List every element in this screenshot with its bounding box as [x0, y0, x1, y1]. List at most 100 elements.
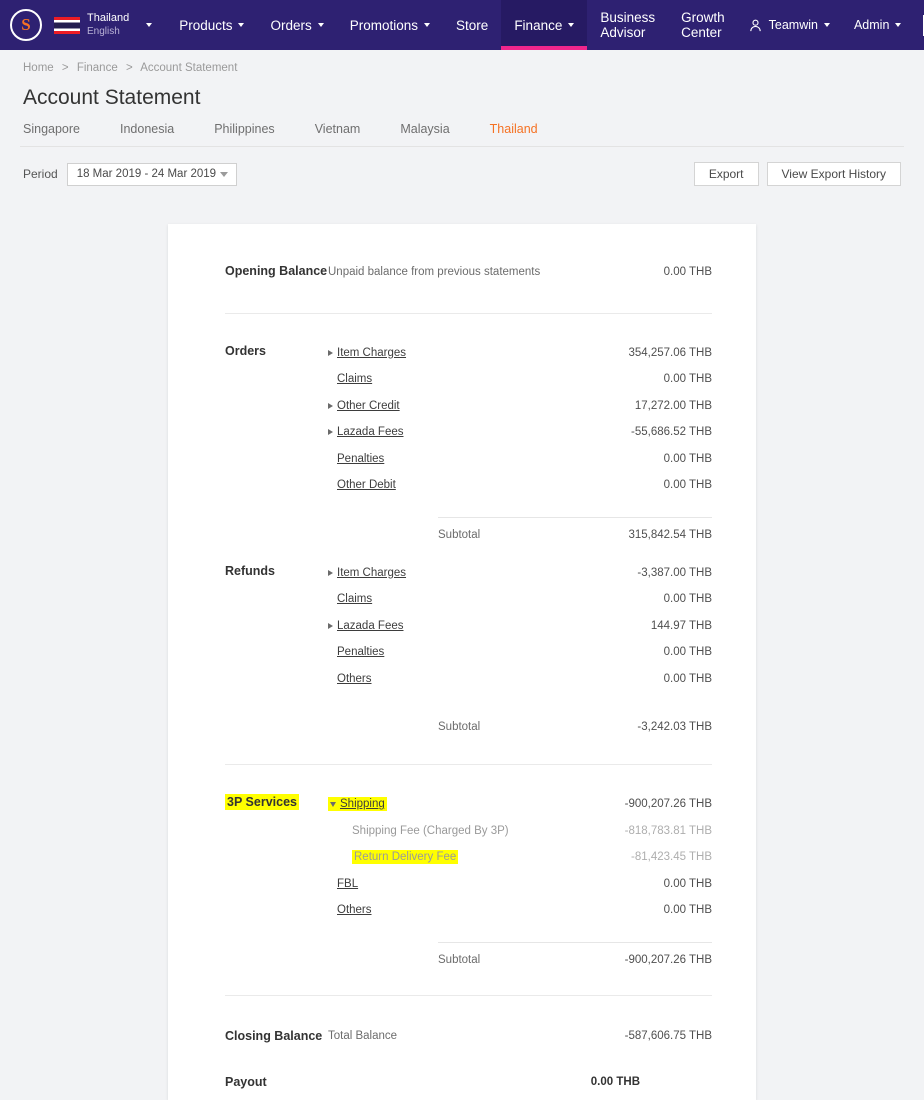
expand-triangle-icon[interactable] — [328, 402, 333, 409]
row-penalties[interactable]: Penalties — [328, 453, 384, 465]
refunds-subtotal-row: Subtotal -3,242.03 THB — [328, 710, 712, 744]
row-amount: 0.00 THB — [663, 877, 712, 890]
row-label: Return Delivery Fee — [354, 851, 457, 864]
row-amount: -900,207.26 THB — [624, 798, 712, 811]
nav-item-promotions[interactable]: Promotions — [337, 0, 443, 50]
orders-section: Orders Item Charges 354,257.06 THB Claim… — [225, 340, 712, 552]
row-others[interactable]: Others — [328, 673, 372, 685]
page-title: Account Statement — [23, 86, 201, 109]
logo-container[interactable]: S — [0, 0, 48, 50]
orders-section-label: Orders — [225, 343, 266, 358]
opening-balance-row: Opening Balance Unpaid balance from prev… — [225, 264, 712, 291]
main-menu: Products Orders Promotions Store Finance… — [166, 0, 737, 50]
row-other-debit[interactable]: Other Debit — [328, 479, 396, 491]
subtotal-label: Subtotal — [438, 953, 481, 966]
payout-row: Payout 0.00 THB — [225, 1064, 712, 1100]
period-select[interactable]: 18 Mar 2019 - 24 Mar 2019 — [66, 162, 237, 186]
subtotal-label: Subtotal — [438, 528, 481, 541]
row-label: Other Credit — [337, 399, 400, 412]
breadcrumb-finance[interactable]: Finance — [77, 62, 118, 74]
breadcrumb-home[interactable]: Home — [23, 62, 54, 74]
row-fbl[interactable]: FBL — [328, 878, 358, 890]
collapse-triangle-icon[interactable] — [330, 801, 336, 807]
opening-balance-label: Opening Balance — [225, 264, 328, 278]
expand-triangle-icon[interactable] — [328, 429, 333, 436]
divider — [225, 994, 712, 996]
tab-indonesia[interactable]: Indonesia — [120, 118, 174, 146]
expand-triangle-icon[interactable] — [328, 349, 333, 356]
row-claims[interactable]: Claims — [328, 373, 372, 385]
row-others[interactable]: Others — [328, 904, 372, 916]
row-amount: 144.97 THB — [650, 619, 712, 632]
view-export-history-button[interactable]: View Export History — [766, 162, 901, 186]
nav-item-finance[interactable]: Finance — [501, 0, 588, 50]
nav-item-label: Store — [456, 17, 489, 33]
tab-philippines[interactable]: Philippines — [214, 118, 274, 146]
expand-triangle-icon[interactable] — [328, 622, 333, 629]
refunds-section-label: Refunds — [225, 563, 275, 578]
divider — [225, 764, 712, 765]
row-shipping[interactable]: Shipping — [328, 797, 387, 812]
3p-services-subtotal-row: Subtotal -900,207.26 THB — [328, 943, 712, 977]
table-row: Item Charges -3,387.00 THB — [328, 560, 712, 587]
row-penalties[interactable]: Penalties — [328, 646, 384, 658]
chevron-down-icon — [568, 23, 575, 27]
row-other-credit[interactable]: Other Credit — [328, 400, 400, 412]
user-menu[interactable]: Teamwin — [738, 18, 840, 33]
row-amount: -81,423.45 THB — [631, 851, 712, 864]
row-amount: -55,686.52 THB — [631, 426, 712, 439]
export-button[interactable]: Export — [693, 162, 759, 186]
third-party-services-section: 3P Services Shipping -900,207.26 THB Shi… — [225, 791, 712, 977]
divider — [225, 312, 712, 314]
tab-vietnam[interactable]: Vietnam — [315, 118, 361, 146]
table-row: Claims 0.00 THB — [328, 366, 712, 393]
nav-item-business-advisor[interactable]: Business Advisor — [587, 0, 668, 50]
country-tab-bar: Singapore Indonesia Philippines Vietnam … — [20, 118, 904, 147]
table-row: Others 0.00 THB — [328, 897, 712, 924]
subtotal-amount: 315,842.54 THB — [628, 528, 712, 541]
country-language-selector[interactable]: Thailand English — [48, 0, 160, 50]
admin-label: Admin — [853, 18, 890, 32]
page-body: Home > Finance > Account Statement Accou… — [0, 50, 924, 186]
row-label: Claims — [337, 373, 373, 386]
nav-item-store[interactable]: Store — [443, 0, 501, 50]
nav-item-growth-center[interactable]: Growth Center — [668, 0, 738, 50]
nav-item-products[interactable]: Products — [166, 0, 257, 50]
payout-amount: 0.00 THB — [590, 1075, 640, 1088]
user-avatar-icon — [749, 19, 761, 31]
row-lazada-fees[interactable]: Lazada Fees — [328, 426, 404, 438]
tab-thailand[interactable]: Thailand — [490, 118, 538, 146]
chevron-down-icon[interactable] — [146, 23, 153, 27]
nav-item-label: Growth Center — [681, 10, 725, 40]
row-amount: 17,272.00 THB — [634, 399, 712, 412]
row-amount: 0.00 THB — [663, 593, 712, 606]
admin-menu[interactable]: Admin — [844, 18, 911, 32]
toolbar-actions: Export View Export History — [693, 162, 901, 186]
nav-item-label: Products — [179, 17, 233, 33]
subtotal-amount: -900,207.26 THB — [624, 953, 712, 966]
expand-triangle-icon[interactable] — [328, 569, 333, 576]
orders-subtotal-row: Subtotal 315,842.54 THB — [328, 518, 712, 552]
row-return-delivery-fee: Return Delivery Fee — [352, 850, 459, 865]
row-claims[interactable]: Claims — [328, 593, 372, 605]
tab-singapore[interactable]: Singapore — [23, 118, 80, 146]
tab-malaysia[interactable]: Malaysia — [400, 118, 449, 146]
table-row: Others 0.00 THB — [328, 666, 712, 693]
row-lazada-fees[interactable]: Lazada Fees — [328, 620, 404, 632]
seller-center-logo-icon[interactable]: S — [10, 9, 42, 41]
period-value: 18 Mar 2019 - 24 Mar 2019 — [76, 168, 217, 180]
chevron-down-icon — [219, 171, 228, 177]
chevron-down-icon — [823, 23, 830, 27]
row-label: Lazada Fees — [337, 426, 404, 439]
account-statement-card: Opening Balance Unpaid balance from prev… — [168, 224, 756, 1100]
row-label: Others — [337, 672, 372, 685]
row-item-charges[interactable]: Item Charges — [328, 567, 406, 579]
payout-label: Payout — [225, 1074, 267, 1089]
table-row: Claims 0.00 THB — [328, 586, 712, 613]
table-row: Shipping -900,207.26 THB — [328, 791, 712, 818]
row-item-charges[interactable]: Item Charges — [328, 347, 406, 359]
nav-item-label: Orders — [270, 17, 312, 33]
nav-item-orders[interactable]: Orders — [257, 0, 336, 50]
row-label: Others — [337, 904, 372, 917]
chevron-down-icon — [895, 23, 902, 27]
